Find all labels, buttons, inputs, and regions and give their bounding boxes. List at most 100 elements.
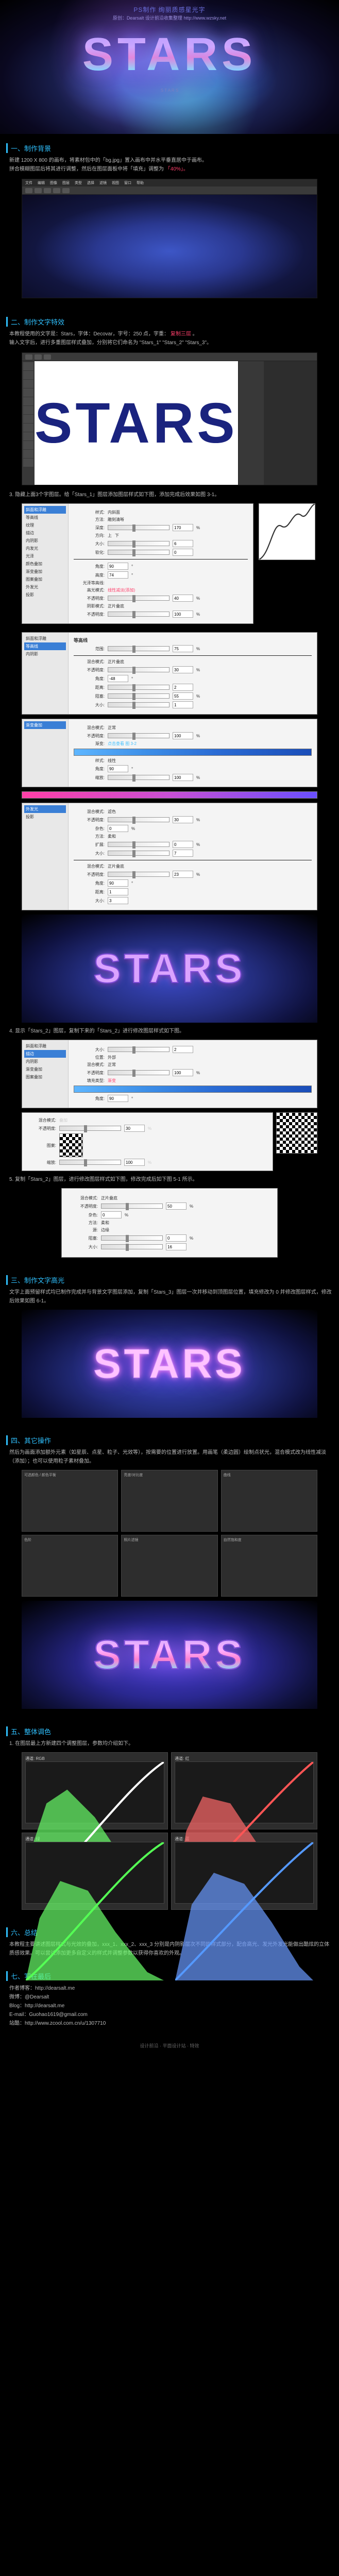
style-item[interactable]: 渐变叠加 [24, 568, 66, 575]
go-opac-slider[interactable] [108, 733, 170, 738]
hopac-input[interactable] [173, 595, 193, 602]
og-size-input[interactable] [173, 850, 193, 857]
ds-dist-input[interactable] [108, 888, 128, 895]
st-fill-value[interactable]: 渐变 [108, 1078, 116, 1083]
style-item-contour[interactable]: 等高线 [24, 642, 66, 650]
og-size-slider[interactable] [108, 851, 170, 856]
ig-opac-slider[interactable] [101, 1204, 163, 1209]
pt-opac-slider[interactable] [59, 1126, 121, 1131]
is-choke-slider[interactable] [108, 693, 170, 699]
is-size-input[interactable] [173, 701, 193, 708]
gloss-contour-editor[interactable] [259, 503, 315, 560]
ig-mode-value[interactable]: 正片叠底 [101, 1195, 117, 1201]
style-item-stroke[interactable]: 描边 [24, 1050, 66, 1058]
stroke-gradient-preview[interactable] [74, 1086, 312, 1093]
bevel-hmode-value[interactable]: 线性减淡(添加) [108, 587, 135, 593]
ig-choke-slider[interactable] [101, 1235, 163, 1241]
range-slider[interactable] [108, 646, 170, 651]
og-opac-slider[interactable] [108, 817, 170, 822]
ig-choke-input[interactable] [166, 1234, 187, 1242]
style-item[interactable]: 内发光 [24, 545, 66, 552]
style-item[interactable]: 外发光 [24, 583, 66, 591]
style-item-bevel[interactable]: 斜面和浮雕 [24, 506, 66, 514]
bevel-tech-value[interactable]: 雕刻清晰 [108, 517, 124, 522]
st-size-slider[interactable] [108, 1047, 170, 1052]
og-mode-value[interactable]: 滤色 [108, 809, 116, 815]
ig-size-slider[interactable] [101, 1244, 163, 1249]
ig-size-input[interactable] [166, 1243, 187, 1250]
pt-mode-value[interactable]: 叠加 [59, 1117, 67, 1123]
go-grad-note[interactable]: 点击查看 图 3-2 [108, 741, 137, 747]
style-item[interactable]: 纹理 [24, 521, 66, 529]
style-item[interactable]: 图案叠加 [24, 1073, 66, 1081]
style-item-ogl[interactable]: 外发光 [24, 805, 66, 813]
style-item-grad[interactable]: 渐变叠加 [24, 721, 66, 729]
soft-input[interactable] [173, 549, 193, 556]
bevel-smode-value[interactable]: 正片叠底 [108, 603, 124, 609]
is-opac-input[interactable] [173, 666, 193, 673]
og-tech-value[interactable]: 柔和 [108, 834, 116, 839]
og-spread-input[interactable] [173, 841, 193, 848]
style-item[interactable]: 颜色叠加 [24, 560, 66, 568]
style-item[interactable]: 投影 [24, 813, 66, 821]
st-mode-value[interactable]: 正常 [108, 1062, 116, 1067]
gradient-preview-blue[interactable] [74, 749, 312, 756]
go-scale-input[interactable] [173, 774, 193, 781]
is-choke-input[interactable] [173, 692, 193, 700]
ds-opac-slider[interactable] [108, 872, 170, 877]
is-dist-input[interactable] [173, 684, 193, 691]
ds-size-input[interactable] [108, 897, 128, 904]
size-input[interactable] [173, 540, 193, 547]
style-item[interactable]: 内阴影 [24, 537, 66, 545]
st-opac-slider[interactable] [108, 1070, 170, 1075]
pattern-swatch[interactable] [59, 1133, 83, 1157]
og-noise-input[interactable] [108, 825, 128, 832]
style-item[interactable]: 斜面和浮雕 [24, 1042, 66, 1050]
angle-input[interactable] [108, 563, 128, 570]
is-opac-slider[interactable] [108, 667, 170, 672]
og-opac-input[interactable] [173, 816, 193, 823]
depth-slider[interactable] [108, 525, 170, 530]
dir-up[interactable]: 上 [108, 533, 112, 538]
ig-src-value[interactable]: 边缘 [101, 1227, 109, 1233]
style-item[interactable]: 斜面和浮雕 [24, 635, 66, 642]
soft-slider[interactable] [108, 550, 170, 555]
go-scale-slider[interactable] [108, 775, 170, 780]
sopac-slider[interactable] [108, 612, 170, 617]
curves-red-graph[interactable] [175, 1761, 314, 1823]
gradient-editor-preview[interactable] [22, 791, 317, 799]
go-angle-input[interactable] [108, 765, 128, 772]
ds-opac-input[interactable] [173, 871, 193, 878]
curves-blue-graph[interactable] [175, 1842, 314, 1904]
dir-dn[interactable]: 下 [115, 533, 119, 538]
style-item[interactable]: 渐变叠加 [24, 1065, 66, 1073]
st-size-input[interactable] [173, 1046, 193, 1053]
is-dist-slider[interactable] [108, 685, 170, 690]
style-item[interactable]: 光泽 [24, 552, 66, 560]
ds-angle-input[interactable] [108, 879, 128, 887]
go-style-value[interactable]: 线性 [108, 758, 116, 764]
style-item[interactable]: 描边 [24, 529, 66, 537]
go-opac-input[interactable] [173, 732, 193, 739]
curves-rgb-graph[interactable] [25, 1761, 164, 1823]
ig-opac-input[interactable] [166, 1202, 187, 1210]
ig-noise-input[interactable] [101, 1211, 122, 1218]
is-angle-input[interactable] [108, 675, 128, 682]
ds-mode-value[interactable]: 正片叠底 [108, 863, 124, 869]
range-input[interactable] [173, 645, 193, 652]
st-pos-value[interactable]: 外部 [108, 1055, 116, 1060]
style-item[interactable]: 等高线 [24, 514, 66, 521]
pt-scale-input[interactable] [124, 1159, 145, 1166]
curves-green-graph[interactable] [25, 1842, 164, 1904]
bevel-style-value[interactable]: 内斜面 [108, 510, 120, 515]
go-mode-value[interactable]: 正常 [108, 725, 116, 731]
pt-scale-slider[interactable] [59, 1160, 121, 1165]
style-item[interactable]: 图案叠加 [24, 575, 66, 583]
style-item[interactable]: 内阴影 [24, 1058, 66, 1065]
hopac-slider[interactable] [108, 596, 170, 601]
ig-tech-value[interactable]: 柔和 [101, 1220, 109, 1226]
og-spread-slider[interactable] [108, 842, 170, 847]
pt-opac-input[interactable] [124, 1125, 145, 1132]
size-slider[interactable] [108, 541, 170, 546]
is-mode-value[interactable]: 正片叠底 [108, 659, 124, 665]
